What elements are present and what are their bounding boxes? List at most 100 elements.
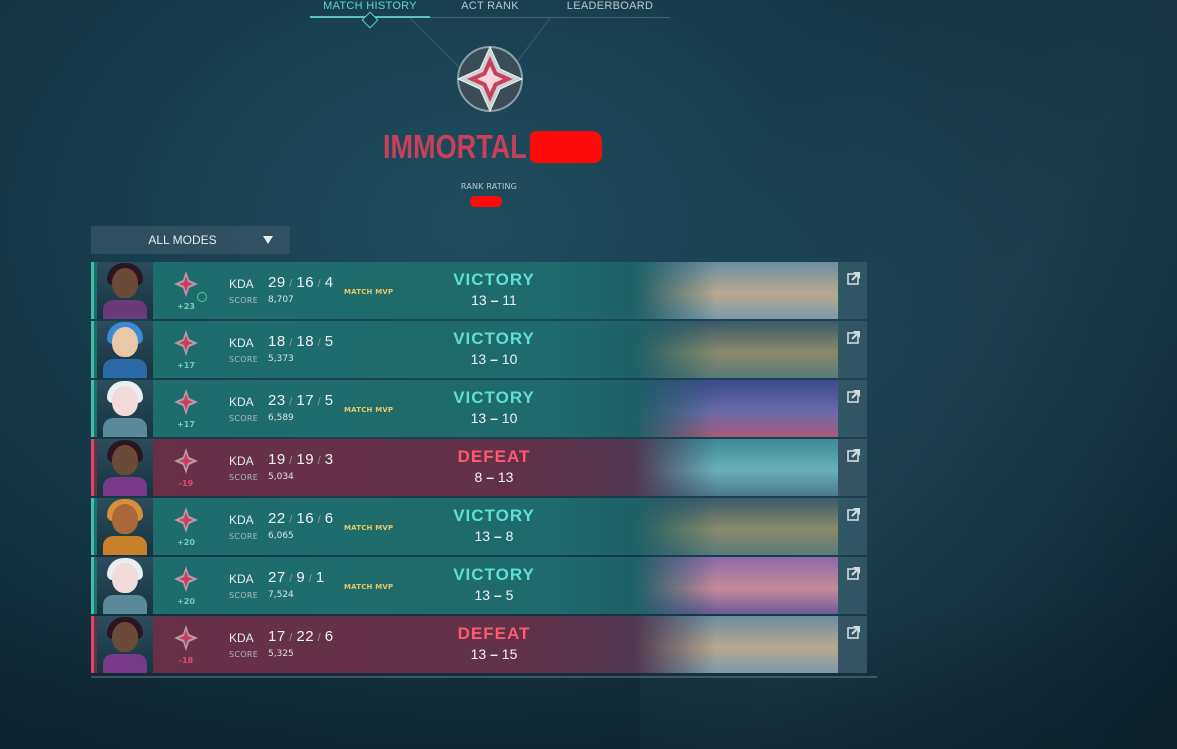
kda-value: 17 / 22 / 6 [268, 628, 334, 645]
agent-portrait [97, 262, 153, 319]
match-row[interactable]: +20 KDA 27 / 9 / 1 SCORE 7,524 MATCH MVP… [91, 557, 867, 614]
agent-face [112, 445, 138, 475]
agent-portrait [97, 498, 153, 555]
score-label: SCORE [229, 414, 259, 423]
team-score: 13 [470, 410, 487, 426]
immortal-rank-emblem-icon [456, 45, 524, 113]
rr-change: +20 [177, 597, 195, 606]
match-row[interactable]: -18 KDA 17 / 22 / 6 SCORE 5,325 DEFEAT 1… [91, 616, 867, 673]
map-thumbnail [634, 439, 838, 496]
round-score: 13 – 5 [474, 587, 514, 603]
match-row[interactable]: +17 KDA 18 / 18 / 5 SCORE 5,373 VICTORY … [91, 321, 867, 378]
mode-filter-dropdown[interactable]: ALL MODES [91, 226, 290, 254]
match-row[interactable]: +20 KDA 22 / 16 / 6 SCORE 6,065 MATCH MV… [91, 498, 867, 555]
kda-label: KDA [229, 277, 254, 291]
rank-up-icon [197, 292, 207, 302]
kills: 18 [268, 333, 286, 350]
match-row[interactable]: -19 KDA 19 / 19 / 3 SCORE 5,034 DEFEAT 8… [91, 439, 867, 496]
map-thumbnail [634, 380, 838, 437]
agent-body [103, 300, 147, 319]
match-result: VICTORY [453, 388, 535, 407]
match-mvp-badge: MATCH MVP [344, 583, 394, 591]
match-result: VICTORY [453, 565, 535, 584]
enemy-score: 10 [501, 410, 518, 426]
agent-body [103, 359, 147, 378]
assists: 4 [324, 274, 334, 291]
open-match-details-button[interactable] [838, 498, 867, 555]
agent-body [103, 654, 147, 673]
open-match-details-button[interactable] [838, 321, 867, 378]
open-match-details-button[interactable] [838, 380, 867, 437]
agent-face [112, 327, 138, 357]
match-row[interactable]: +23 KDA 29 / 16 / 4 SCORE 8,707 MATCH MV… [91, 262, 867, 319]
enemy-score: 5 [505, 587, 514, 603]
rr-change: +17 [177, 420, 195, 429]
open-match-details-button[interactable] [838, 439, 867, 496]
external-link-icon [847, 626, 860, 639]
kda-label: KDA [229, 513, 254, 527]
round-score: 13 – 8 [474, 528, 514, 544]
rank-star-icon [174, 330, 198, 356]
kills: 27 [268, 569, 286, 586]
round-score: 13 – 10 [470, 351, 518, 367]
kills: 17 [268, 628, 286, 645]
team-score: 13 [474, 587, 491, 603]
caret-down-icon [263, 236, 273, 244]
external-link-icon [847, 449, 860, 462]
external-link-icon [847, 567, 860, 580]
rank-star-icon [174, 448, 198, 474]
score-label: SCORE [229, 532, 259, 541]
external-link-icon [847, 272, 860, 285]
rank-star-icon [174, 507, 198, 533]
match-row[interactable]: +17 KDA 23 / 17 / 5 SCORE 6,589 MATCH MV… [91, 380, 867, 437]
match-result: DEFEAT [457, 447, 531, 466]
rr-change: +23 [177, 302, 195, 311]
agent-face [112, 504, 138, 534]
kda-value: 22 / 16 / 6 [268, 510, 334, 527]
score-value: 6,065 [268, 531, 294, 541]
agent-portrait [97, 439, 153, 496]
match-result: VICTORY [453, 270, 535, 289]
kills: 19 [268, 451, 286, 468]
rank-star-icon [174, 566, 198, 592]
external-link-icon [847, 331, 860, 344]
rank-rating-label: RANK RATING [460, 182, 518, 191]
match-result: VICTORY [453, 506, 535, 525]
score-value: 5,325 [268, 649, 294, 659]
deaths: 16 [296, 274, 315, 291]
deaths: 16 [296, 510, 315, 527]
kda-label: KDA [229, 454, 254, 468]
assists: 6 [324, 510, 334, 527]
team-score: 13 [474, 528, 491, 544]
tab-act-rank[interactable]: ACT RANK [430, 0, 550, 18]
kda-value: 18 / 18 / 5 [268, 333, 334, 350]
kda-value: 19 / 19 / 3 [268, 451, 334, 468]
agent-portrait [97, 321, 153, 378]
enemy-score: 15 [501, 646, 518, 662]
match-mvp-badge: MATCH MVP [344, 406, 394, 414]
list-divider [91, 676, 877, 678]
team-score: 13 [470, 351, 487, 367]
kda-label: KDA [229, 572, 254, 586]
round-score: 13 – 10 [470, 410, 518, 426]
assists: 6 [324, 628, 334, 645]
match-result: DEFEAT [457, 624, 531, 643]
map-thumbnail [634, 262, 838, 319]
score-value: 8,707 [268, 295, 294, 305]
open-match-details-button[interactable] [838, 557, 867, 614]
team-score: 8 [474, 469, 483, 485]
match-mvp-badge: MATCH MVP [344, 524, 394, 532]
rr-change: +17 [177, 361, 195, 370]
open-match-details-button[interactable] [838, 616, 867, 673]
deaths: 19 [296, 451, 315, 468]
tab-leaderboard[interactable]: LEADERBOARD [550, 0, 670, 18]
enemy-score: 13 [497, 469, 514, 485]
agent-face [112, 386, 138, 416]
rank-star-icon [174, 389, 198, 415]
team-score: 13 [471, 292, 487, 308]
kda-value: 23 / 17 / 5 [268, 392, 334, 409]
round-score: 13 – 15 [470, 646, 518, 662]
open-match-details-button[interactable] [838, 262, 867, 319]
deaths: 9 [296, 569, 306, 586]
rank-star-icon [174, 625, 198, 651]
